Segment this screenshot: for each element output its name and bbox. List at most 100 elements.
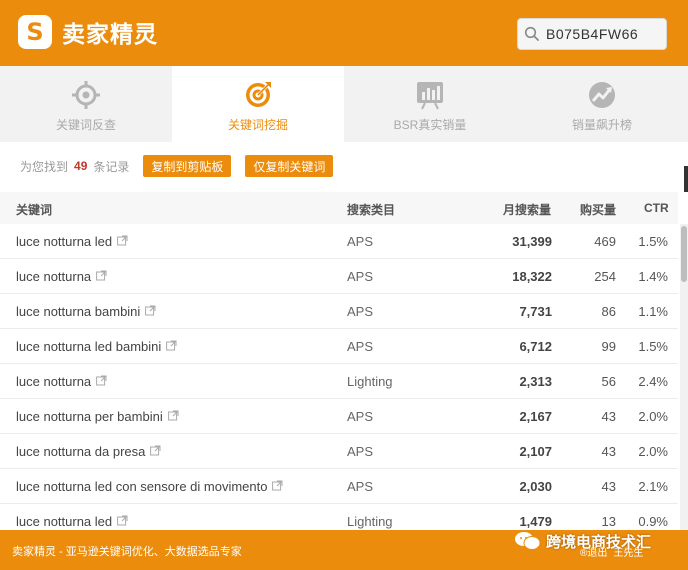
search-volume-cell: 31,399 [512, 234, 552, 249]
keyword-cell[interactable]: luce notturna led [16, 234, 128, 249]
search-volume-cell: 7,731 [519, 304, 552, 319]
ctr-cell: 2.0% [638, 444, 668, 459]
logo-icon: S [18, 15, 52, 49]
keyword-text[interactable]: luce notturna led [16, 234, 112, 249]
ctr-cell: 2.1% [638, 479, 668, 494]
watermark-text: 跨境电商技术汇 [546, 533, 652, 551]
external-link-icon[interactable] [272, 479, 283, 494]
tab-keyword-reverse[interactable]: 关键词反查 [0, 66, 172, 142]
purchases-cell: 43 [601, 479, 616, 494]
ctr-cell: 2.4% [638, 374, 668, 389]
category-cell: APS [347, 269, 374, 284]
table-row[interactable]: luce notturna bambini APS 7,731 86 1.1% [0, 294, 678, 329]
keyword-cell[interactable]: luce notturna led con sensore di movimen… [16, 479, 283, 494]
ctr-cell: 1.5% [638, 339, 668, 354]
keyword-text[interactable]: luce notturna per bambini [16, 409, 163, 424]
ctr-cell: 2.0% [638, 409, 668, 424]
footer-slogan: 卖家精灵 - 亚马逊关键词优化、大数据选品专家 [12, 546, 242, 558]
external-link-icon[interactable] [96, 269, 107, 284]
tab-label: 关键词挖掘 [227, 118, 288, 132]
category-cell: Lighting [347, 374, 393, 389]
tab-sales-trending[interactable]: 销量飙升榜 [516, 66, 688, 142]
result-count: 49 [74, 159, 88, 173]
keyword-cell[interactable]: luce notturna led [16, 514, 128, 529]
table-row[interactable]: luce notturna per bambini APS 2,167 43 2.0% [0, 399, 678, 434]
purchases-cell: 86 [601, 304, 616, 319]
watermark: 跨境电商技术汇 [514, 530, 651, 552]
summary-suffix: 条记录 [93, 159, 130, 174]
ctr-cell: 1.1% [638, 304, 668, 319]
asin-search-input[interactable] [546, 26, 656, 42]
scrollbar-thumb[interactable] [681, 226, 687, 282]
table-header: 关键词 搜索类目 月搜索量 购买量 CTR [0, 192, 678, 224]
keyword-table-body: luce notturna led APS 31,399 469 1.5% luce no… [0, 224, 678, 539]
table-row[interactable]: luce notturna led APS 31,399 469 1.5% [0, 224, 678, 259]
search-volume-cell: 2,107 [519, 444, 552, 459]
external-link-icon[interactable] [117, 234, 128, 249]
search-volume-cell: 2,167 [519, 409, 552, 424]
table-row[interactable]: luce notturna Lighting 2,313 56 2.4% [0, 364, 678, 399]
tab-label: BSR真实销量 [393, 118, 467, 132]
purchases-cell: 13 [601, 514, 616, 529]
external-link-icon[interactable] [150, 444, 161, 459]
table-row[interactable]: luce notturna led con sensore di movimen… [0, 469, 678, 504]
target-icon [72, 81, 100, 109]
app-logo[interactable]: S 卖家精灵 [18, 15, 158, 49]
search-volume-cell: 2,313 [519, 374, 552, 389]
external-link-icon[interactable] [145, 304, 156, 319]
keyword-text[interactable]: luce notturna da presa [16, 444, 145, 459]
category-cell: APS [347, 479, 374, 494]
keyword-cell[interactable]: luce notturna led bambini [16, 339, 177, 354]
asin-search-box[interactable] [517, 18, 667, 50]
header-ctr[interactable]: CTR [644, 201, 669, 215]
bar-chart-icon [417, 82, 443, 110]
table-row[interactable]: luce notturna APS 18,322 254 1.4% [0, 259, 678, 294]
tab-bsr-sales[interactable]: BSR真实销量 [344, 66, 516, 142]
ctr-cell: 1.5% [638, 234, 668, 249]
purchases-cell: 56 [601, 374, 616, 389]
search-volume-cell: 18,322 [512, 269, 552, 284]
trend-up-icon [589, 82, 615, 108]
page-scroll-indicator[interactable] [684, 166, 688, 192]
logo-text: 卖家精灵 [62, 22, 158, 48]
keyword-text[interactable]: luce notturna [16, 374, 91, 389]
app-header: S 卖家精灵 [0, 0, 688, 66]
table-scrollbar[interactable] [680, 224, 688, 530]
external-link-icon[interactable] [166, 339, 177, 354]
header-purchases[interactable]: 购买量 [580, 201, 616, 218]
purchases-cell: 99 [601, 339, 616, 354]
keyword-text[interactable]: luce notturna bambini [16, 304, 140, 319]
purchases-cell: 43 [601, 444, 616, 459]
category-cell: APS [347, 234, 374, 249]
keyword-text[interactable]: luce notturna led bambini [16, 339, 161, 354]
copy-keywords-only-button[interactable]: 仅复制关键词 [245, 155, 334, 177]
external-link-icon[interactable] [117, 514, 128, 529]
purchases-cell: 254 [594, 269, 616, 284]
header-category[interactable]: 搜索类目 [347, 201, 395, 218]
table-row[interactable]: luce notturna da presa APS 2,107 43 2.0% [0, 434, 678, 469]
tab-label: 销量飙升榜 [571, 118, 632, 132]
keyword-text[interactable]: luce notturna led con sensore di movimen… [16, 479, 267, 494]
keyword-cell[interactable]: luce notturna bambini [16, 304, 156, 319]
keyword-text[interactable]: luce notturna led [16, 514, 112, 529]
category-cell: APS [347, 409, 374, 424]
ctr-cell: 1.4% [638, 269, 668, 284]
ctr-cell: 0.9% [638, 514, 668, 529]
copy-to-clipboard-button[interactable]: 复制到剪贴板 [143, 155, 232, 177]
external-link-icon[interactable] [96, 374, 107, 389]
keyword-cell[interactable]: luce notturna da presa [16, 444, 161, 459]
header-volume[interactable]: 月搜索量 [503, 201, 551, 218]
table-row[interactable]: luce notturna led bambini APS 6,712 99 1.5% [0, 329, 678, 364]
search-volume-cell: 2,030 [519, 479, 552, 494]
feature-tabs: 关键词反查 关键词挖掘 BSR真实销量 销量飙升榜 [0, 66, 688, 142]
header-keyword[interactable]: 关键词 [16, 201, 52, 218]
tab-keyword-mining[interactable]: 关键词挖掘 [172, 66, 344, 142]
keyword-cell[interactable]: luce notturna [16, 269, 107, 284]
purchases-cell: 469 [594, 234, 616, 249]
keyword-cell[interactable]: luce notturna [16, 374, 107, 389]
keyword-cell[interactable]: luce notturna per bambini [16, 409, 179, 424]
external-link-icon[interactable] [167, 409, 179, 424]
keyword-text[interactable]: luce notturna [16, 269, 91, 284]
search-icon [524, 26, 539, 41]
category-cell: APS [347, 444, 374, 459]
